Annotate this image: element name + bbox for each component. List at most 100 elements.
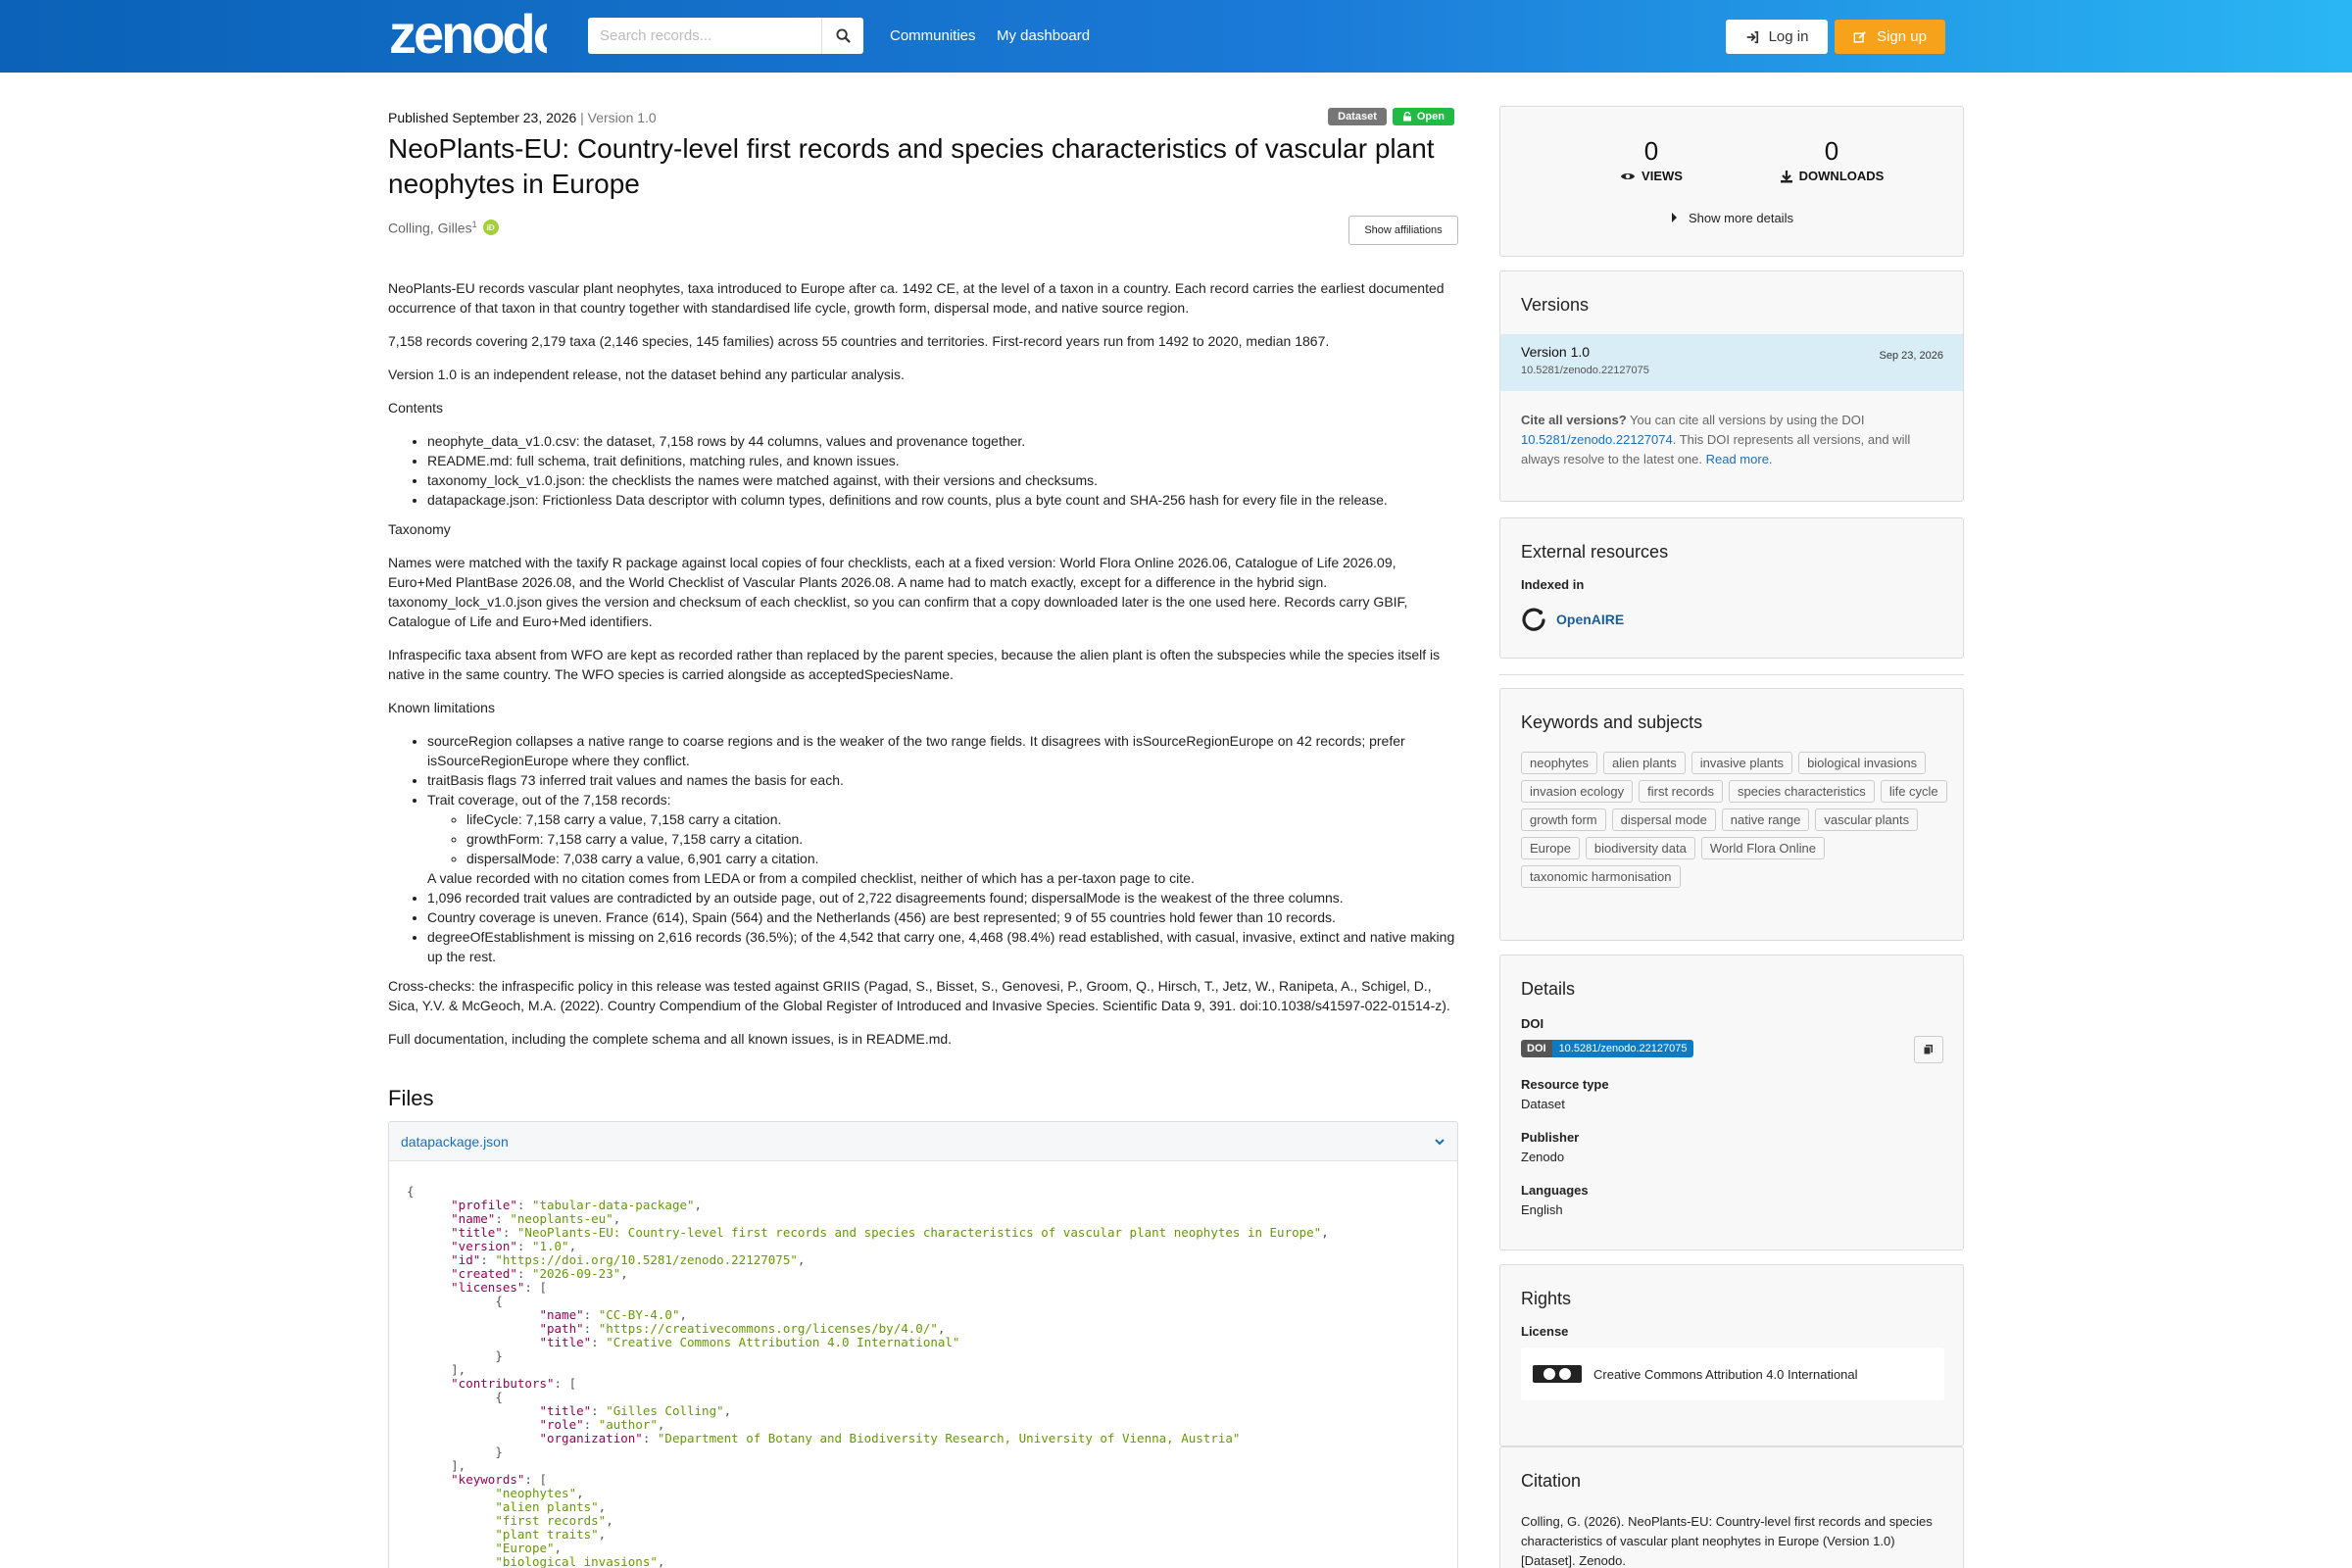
keyword-tag[interactable]: alien plants xyxy=(1603,752,1686,774)
keyword-tag[interactable]: native range xyxy=(1721,808,1810,831)
edit-icon xyxy=(1853,30,1866,43)
keyword-tag[interactable]: species characteristics xyxy=(1729,780,1875,803)
sign-in-icon xyxy=(1746,30,1758,43)
published-date: Published September 23, 2026 xyxy=(388,110,577,125)
openaire-link[interactable]: OpenAIRE xyxy=(1521,607,1624,632)
trait-coverage-list: lifeCycle: 7,158 carry a value, 7,158 ca… xyxy=(466,809,1458,868)
keyword-tag[interactable]: invasive plants xyxy=(1690,752,1793,774)
creator-name[interactable]: Colling, Gilles1 xyxy=(388,220,477,236)
code-line: ], xyxy=(451,1362,466,1377)
code-line: "title": "NeoPlants-EU: Country-level fi… xyxy=(451,1225,1329,1240)
svg-text:zenodo: zenodo xyxy=(389,6,547,65)
read-more-link[interactable]: Read more. xyxy=(1706,452,1773,466)
copy-icon xyxy=(1923,1045,1933,1055)
license-label: License xyxy=(1521,1324,1569,1339)
license-name[interactable]: Creative Commons Attribution 4.0 Interna… xyxy=(1593,1367,1858,1382)
cc-by-icon xyxy=(1533,1365,1582,1383)
version-row[interactable]: Version 1.0 10.5281/zenodo.22127075 Sep … xyxy=(1500,334,1963,391)
keyword-tag[interactable]: life cycle xyxy=(1880,780,1947,803)
search-input[interactable] xyxy=(588,18,821,54)
list-item: Trait coverage, out of the 7,158 records… xyxy=(427,790,1458,888)
stats-panel: 0 VIEWS 0 DOWNLOADS Show more details xyxy=(1499,106,1964,257)
external-resources-panel: External resources Indexed in OpenAIRE xyxy=(1499,517,1964,659)
version-doi: 10.5281/zenodo.22127075 xyxy=(1521,365,1649,376)
code-line: { xyxy=(407,1184,415,1199)
code-line: "title": "Creative Commons Attribution 4… xyxy=(539,1335,960,1349)
keyword-tag[interactable]: taxonomic harmonisation xyxy=(1521,865,1681,888)
json-code-preview: { "profile": "tabular-data-package", "na… xyxy=(389,1161,1457,1568)
list-item: growthForm: 7,158 carry a value, 7,158 c… xyxy=(466,829,1458,849)
code-line: "name": "CC-BY-4.0", xyxy=(539,1307,688,1322)
versions-panel: Versions Version 1.0 10.5281/zenodo.2212… xyxy=(1499,270,1964,502)
indexed-in-label: Indexed in xyxy=(1521,577,1585,592)
resource-type-label: Resource type xyxy=(1521,1077,1609,1092)
files-heading: Files xyxy=(388,1086,434,1110)
keyword-tag[interactable]: biodiversity data xyxy=(1585,837,1695,859)
code-line: "title": "Gilles Colling", xyxy=(539,1403,732,1418)
keyword-tag[interactable]: Europe xyxy=(1521,837,1580,859)
creator[interactable]: Colling, Gilles1 iD xyxy=(388,220,499,236)
show-affiliations-button[interactable]: Show affiliations xyxy=(1348,216,1458,245)
file-link[interactable]: datapackage.json xyxy=(401,1134,509,1150)
desc-paragraph: Version 1.0 is an independent release, n… xyxy=(388,367,905,382)
resource-type-badge: Dataset xyxy=(1328,108,1387,125)
keywords-panel: Keywords and subjects neophytes alien pla… xyxy=(1499,688,1964,941)
search-icon xyxy=(835,28,851,43)
search-bar xyxy=(588,18,863,54)
publisher-value: Zenodo xyxy=(1521,1150,1565,1164)
contents-list: neophyte_data_v1.0.csv: the dataset, 7,1… xyxy=(427,431,1458,510)
access-label: Open xyxy=(1416,111,1445,122)
desc-paragraph: Names were matched with the taxify R pac… xyxy=(388,555,1408,629)
caret-right-icon xyxy=(1672,213,1678,222)
login-button[interactable]: Log in xyxy=(1726,20,1828,54)
copy-doi-button[interactable] xyxy=(1914,1036,1943,1063)
desc-paragraph: NeoPlants-EU records vascular plant neop… xyxy=(388,280,1445,316)
code-line: } xyxy=(495,1348,503,1363)
taxonomy-heading: Taxonomy xyxy=(388,521,451,537)
download-icon xyxy=(1780,170,1792,182)
orcid-icon[interactable]: iD xyxy=(482,220,499,236)
list-item: Country coverage is uneven. France (614)… xyxy=(427,907,1458,927)
list-item: sourceRegion collapses a native range to… xyxy=(427,731,1458,770)
nav-communities[interactable]: Communities xyxy=(890,27,976,44)
file-preview-header[interactable]: datapackage.json xyxy=(389,1122,1457,1161)
code-line: "role": "author", xyxy=(539,1417,665,1432)
keyword-tag[interactable]: dispersal mode xyxy=(1611,808,1716,831)
doi-label: DOI xyxy=(1521,1016,1544,1031)
code-line: "plant traits", xyxy=(495,1527,607,1542)
code-line: "keywords": [ xyxy=(451,1472,548,1487)
citation-heading: Citation xyxy=(1521,1471,1582,1491)
keyword-tag[interactable]: vascular plants xyxy=(1815,808,1919,831)
keyword-tag[interactable]: first records xyxy=(1639,780,1724,803)
list-item: traitBasis flags 73 inferred trait value… xyxy=(427,770,1458,790)
license-item[interactable]: Creative Commons Attribution 4.0 Interna… xyxy=(1521,1348,1944,1400)
version-date: Sep 23, 2026 xyxy=(1879,350,1943,362)
keyword-tag[interactable]: growth form xyxy=(1521,808,1606,831)
code-line: "Europe", xyxy=(495,1541,563,1555)
eye-icon xyxy=(1621,172,1636,179)
keyword-tag[interactable]: neophytes xyxy=(1521,752,1597,774)
publication-line: Published September 23, 2026 | Version 1… xyxy=(388,110,657,125)
nav-my-dashboard[interactable]: My dashboard xyxy=(997,27,1090,44)
code-line: { xyxy=(495,1390,503,1404)
details-heading: Details xyxy=(1521,979,1576,999)
signup-button[interactable]: Sign up xyxy=(1835,20,1945,54)
languages-value: English xyxy=(1521,1202,1563,1217)
search-button[interactable] xyxy=(821,18,863,54)
login-label: Log in xyxy=(1768,28,1809,45)
record-title: NeoPlants-EU: Country-level first record… xyxy=(388,133,1435,199)
concept-doi-link[interactable]: 10.5281/zenodo.22127074 xyxy=(1521,432,1673,447)
limitations-heading: Known limitations xyxy=(388,700,495,715)
keyword-tag[interactable]: invasion ecology xyxy=(1521,780,1634,803)
code-line: } xyxy=(495,1445,503,1459)
doi-badge[interactable]: DOI 10.5281/zenodo.22127075 xyxy=(1521,1040,1694,1057)
keyword-tag[interactable]: biological invasions xyxy=(1798,752,1927,774)
views-label: VIEWS xyxy=(1583,169,1720,183)
rights-heading: Rights xyxy=(1521,1289,1572,1308)
chevron-down-icon[interactable] xyxy=(1434,1136,1446,1148)
zenodo-logo[interactable]: zenodo xyxy=(388,6,547,65)
keyword-tag[interactable]: World Flora Online xyxy=(1700,837,1826,859)
external-resources-heading: External resources xyxy=(1521,542,1669,562)
show-more-details[interactable]: Show more details xyxy=(1500,211,1965,225)
keyword-tags: neophytes alien plants invasive plants biol… xyxy=(1521,752,1952,888)
